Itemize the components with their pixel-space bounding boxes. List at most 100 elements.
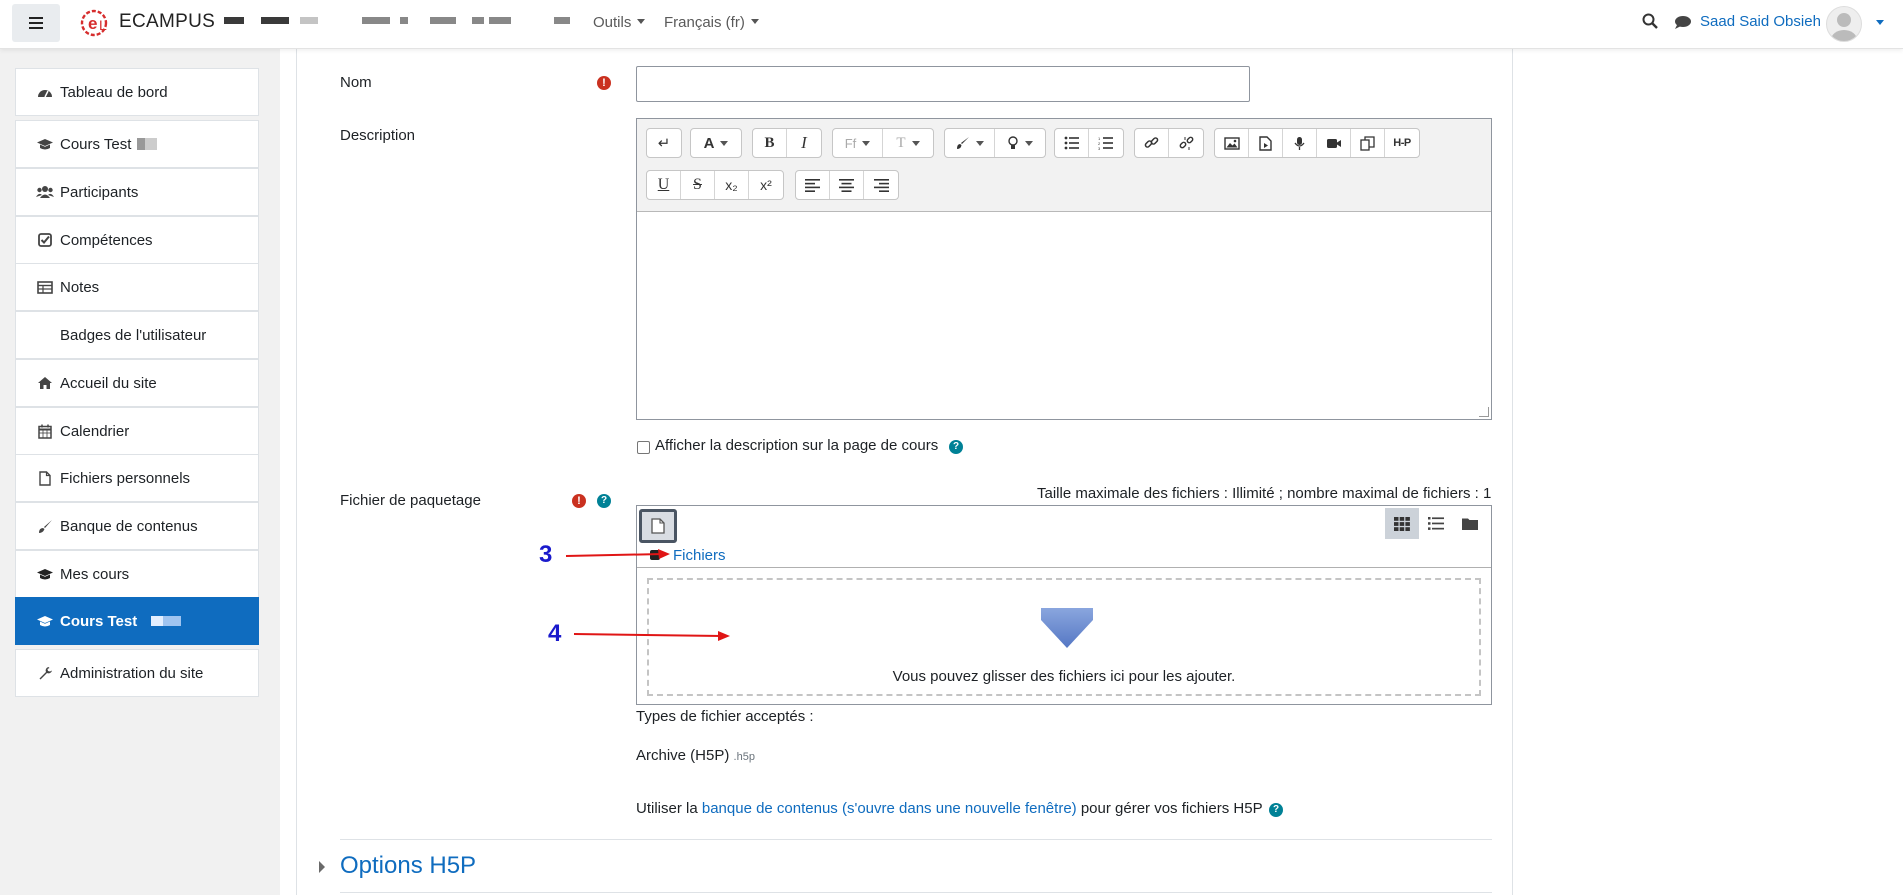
user-avatar[interactable] [1826, 6, 1862, 42]
grid-icon [1394, 516, 1410, 531]
manage-files-button[interactable] [1351, 129, 1385, 157]
sidebar-item-label: Administration du site [60, 664, 204, 682]
messages-icon[interactable] [1674, 15, 1692, 34]
content-bank-link[interactable]: banque de contenus (s'ouvre dans une nou… [702, 800, 1077, 817]
insert-h5p-button[interactable]: H-P [1385, 129, 1419, 157]
redacted-text [151, 616, 182, 626]
graduation-cap-icon [36, 566, 54, 582]
file-drop-zone[interactable]: Vous pouvez glisser des fichiers ici pou… [647, 578, 1481, 696]
sidebar-item-competences[interactable]: Compétences [15, 216, 259, 264]
font-size-button[interactable]: T [883, 129, 933, 157]
insert-image-button[interactable] [1215, 129, 1249, 157]
caret-down-icon [637, 19, 646, 24]
sidebar-item-participants[interactable]: Participants [15, 168, 259, 216]
align-right-icon [873, 178, 889, 192]
show-description-checkbox[interactable] [637, 441, 650, 454]
breadcrumb-files-link[interactable]: Fichiers [673, 547, 726, 564]
sidebar-item-site-home[interactable]: Accueil du site [15, 359, 259, 407]
section-divider [340, 839, 1492, 840]
content-bank-text-after: pour gérer vos fichiers H5P [1080, 800, 1263, 817]
search-icon[interactable] [1642, 13, 1658, 33]
top-navbar: e L ECAMPUS Outils Français (fr) Saad Sa… [0, 0, 1903, 49]
sidebar-item-dashboard[interactable]: Tableau de bord [15, 68, 259, 116]
sidebar-item-calendar[interactable]: Calendrier [15, 407, 259, 455]
underline-button[interactable]: U [647, 171, 681, 199]
align-center-button[interactable] [830, 171, 864, 199]
tools-menu[interactable]: Outils [593, 14, 646, 31]
show-description-label: Afficher la description sur la page de c… [655, 437, 939, 454]
help-icon[interactable]: ? [949, 440, 963, 454]
sidebar-item-content-bank[interactable]: Banque de contenus [15, 502, 259, 550]
accessibility-button[interactable] [995, 129, 1045, 157]
italic-button[interactable]: I [787, 129, 821, 157]
sidebar-item-my-courses[interactable]: Mes cours [15, 550, 259, 598]
sidebar-item-label: Banque de contenus [60, 517, 198, 535]
ordered-list-button[interactable]: 123 [1089, 129, 1123, 157]
record-video-button[interactable] [1317, 129, 1351, 157]
sidebar-item-label: Compétences [60, 231, 153, 249]
view-tree-button[interactable] [1453, 508, 1487, 539]
user-menu-name[interactable]: Saad Said Obsieh [1700, 13, 1821, 30]
subscript-button[interactable]: x₂ [715, 171, 749, 199]
language-menu-label: Français (fr) [664, 14, 745, 31]
redacted-text [224, 17, 244, 24]
sidebar-item-course-test[interactable]: Cours Test [15, 120, 259, 168]
menu-toggle-button[interactable] [12, 4, 60, 42]
section-divider [340, 892, 1492, 893]
name-input[interactable] [636, 66, 1250, 102]
svg-text:e: e [88, 14, 97, 33]
view-list-button[interactable] [1419, 508, 1453, 539]
editor-toolbar: ↵ A B I Ff T 123 H-P U S x₂ x² [637, 119, 1491, 212]
help-icon[interactable]: ? [597, 494, 611, 508]
font-family-button[interactable]: Ff [833, 129, 883, 157]
description-editor-content[interactable] [637, 212, 1491, 419]
redacted-text [489, 17, 511, 24]
sidebar-item-badges[interactable]: Badges de l'utilisateur [15, 311, 259, 359]
align-right-button[interactable] [864, 171, 898, 199]
resize-handle-icon[interactable] [1479, 407, 1489, 417]
file-add-icon [651, 518, 665, 534]
content-bank-help: Utiliser la banque de contenus (s'ouvre … [636, 800, 1263, 817]
record-audio-button[interactable] [1283, 129, 1317, 157]
main-left-border [296, 49, 297, 895]
users-icon [36, 184, 54, 200]
unlink-icon [1179, 136, 1193, 150]
align-left-button[interactable] [796, 171, 830, 199]
redacted-text [137, 138, 158, 150]
user-menu-caret-icon[interactable] [1876, 20, 1884, 25]
h5p-options-section-header[interactable]: Options H5P [340, 852, 476, 880]
sidebar-item-label: Tableau de bord [60, 83, 168, 101]
site-logo[interactable]: e L ECAMPUS [79, 8, 216, 37]
collapse-toolbar-button[interactable]: ↵ [647, 129, 681, 157]
strikethrough-button[interactable]: S [681, 171, 715, 199]
view-icons-button[interactable] [1385, 508, 1419, 539]
file-limits-text: Taille maximale des fichiers : Illimité … [1037, 485, 1492, 502]
sidebar-item-notes[interactable]: Notes [15, 263, 259, 311]
bold-button[interactable]: B [753, 129, 787, 157]
redacted-text [362, 17, 390, 24]
styles-button[interactable] [945, 129, 995, 157]
site-name: ECAMPUS [119, 11, 216, 32]
sidebar-item-site-admin[interactable]: Administration du site [15, 649, 259, 697]
microphone-icon [1294, 136, 1305, 150]
superscript-button[interactable]: x² [749, 171, 783, 199]
unordered-list-button[interactable] [1055, 129, 1089, 157]
sidebar-item-course-test-active[interactable]: Cours Test [15, 597, 259, 645]
svg-text:L: L [99, 17, 107, 33]
align-center-icon [839, 178, 854, 192]
annotation-arrow-3 [565, 553, 664, 557]
file-view-toggles [1385, 508, 1487, 539]
language-menu[interactable]: Français (fr) [664, 14, 759, 31]
expand-caret-icon[interactable] [319, 861, 325, 873]
folder-icon [1462, 518, 1478, 530]
unlink-button[interactable] [1169, 129, 1203, 157]
link-button[interactable] [1135, 129, 1169, 157]
svg-text:3: 3 [1098, 146, 1101, 150]
help-icon[interactable]: ? [1269, 803, 1283, 817]
accepted-types-label: Types de fichier acceptés : [636, 708, 814, 725]
sidebar-item-private-files[interactable]: Fichiers personnels [15, 454, 259, 502]
font-color-button[interactable]: A [691, 129, 741, 157]
sidebar-item-label: Participants [60, 183, 139, 201]
insert-media-button[interactable] [1249, 129, 1283, 157]
add-file-button[interactable] [639, 509, 677, 543]
